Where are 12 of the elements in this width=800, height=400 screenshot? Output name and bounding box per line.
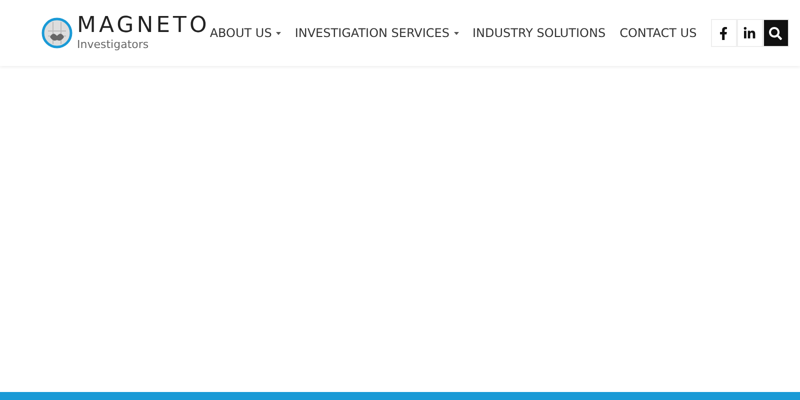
nav-link[interactable]: INVESTIGATION SERVICES [294,26,459,40]
globe-logo-icon [41,17,73,49]
search-button[interactable] [762,19,789,47]
brand-tagline: Investigators [77,38,150,52]
search-icon [769,26,782,40]
linkedin-button[interactable] [736,19,763,47]
facebook-button[interactable] [710,19,737,47]
nav-link[interactable]: INDUSTRY SOLUTIONS [472,26,606,40]
brand-name: MAGNETO [77,14,210,38]
nav-link[interactable]: ABOUT US [210,26,281,40]
linkedin-icon [743,26,756,40]
nav-link[interactable]: CONTACT US [620,26,697,40]
